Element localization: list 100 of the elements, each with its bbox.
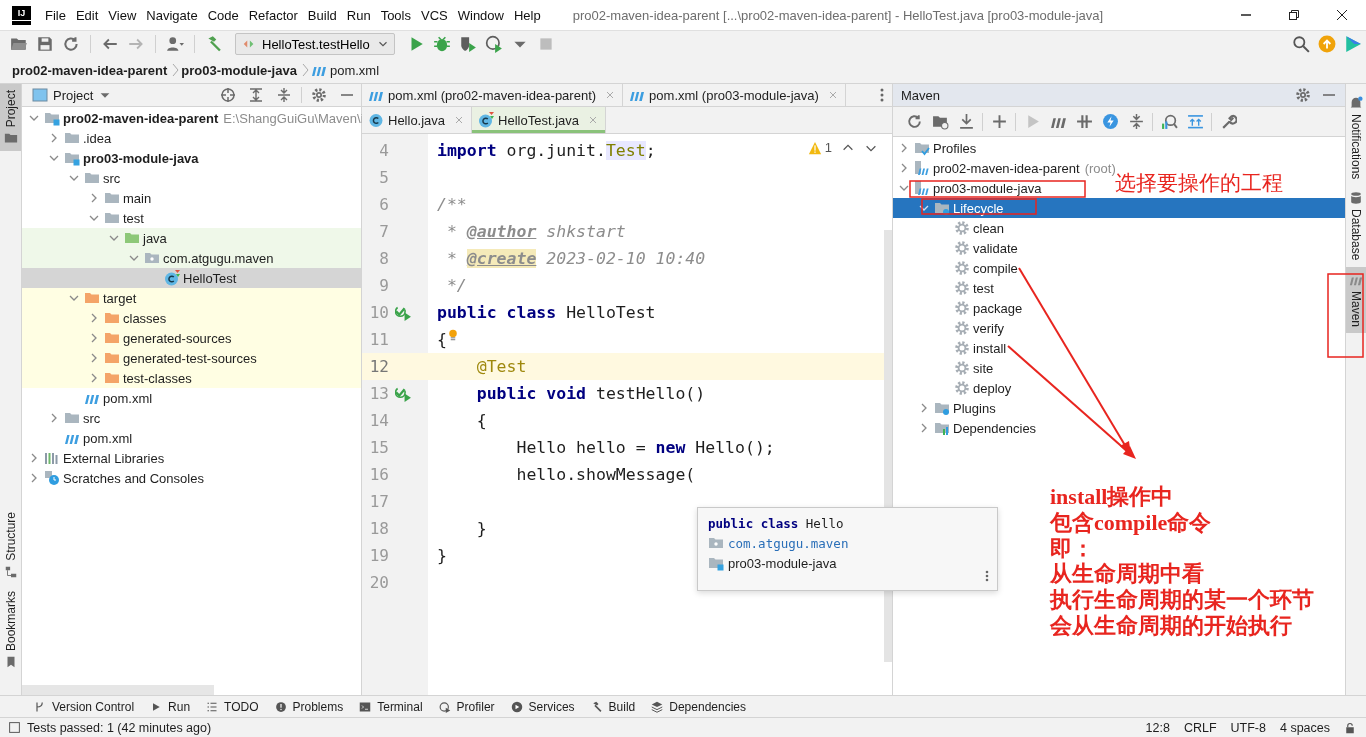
tree-item[interactable]: java [22, 228, 361, 248]
lock-icon[interactable] [1344, 721, 1356, 734]
crosshair-icon[interactable] [220, 87, 236, 103]
save-icon[interactable] [36, 35, 54, 53]
tool-window-button[interactable]: Dependencies [647, 695, 758, 718]
breadcrumb-item[interactable]: pro03-module-java [181, 62, 297, 78]
download-icon[interactable] [957, 113, 975, 130]
tree-item[interactable]: Profiles [893, 138, 981, 158]
tree-item[interactable]: test [893, 278, 998, 298]
tree-item[interactable]: pom.xml [22, 388, 361, 408]
menu-item[interactable]: Refactor [248, 5, 298, 25]
tree-item[interactable]: install [893, 338, 1011, 358]
tool-window-button[interactable]: TODO [202, 695, 271, 718]
menu-item[interactable]: Window [457, 5, 504, 25]
status-message[interactable]: Tests passed: 1 (42 minutes ago) [27, 720, 212, 735]
clock-run-icon[interactable] [485, 35, 503, 53]
menu-item[interactable]: Tools [380, 5, 411, 25]
tool-window-tab[interactable]: Notifications [1346, 90, 1366, 186]
tool-window-tab[interactable]: Bookmarks [0, 584, 21, 675]
tree-item[interactable]: package [893, 298, 1027, 318]
open-folder-icon[interactable] [10, 35, 28, 53]
panel-title-dropdown[interactable]: Project [32, 87, 113, 103]
plus-icon[interactable] [990, 113, 1008, 130]
tree-item[interactable]: Dependencies [893, 418, 1041, 438]
tree-item[interactable]: src [22, 168, 361, 188]
run-test-icon[interactable] [395, 304, 412, 321]
tool-window-tab[interactable]: Structure [0, 506, 21, 585]
analyze-icon[interactable] [1160, 113, 1178, 130]
tree-item[interactable]: HelloTest [22, 268, 361, 288]
status-item[interactable]: UTF-8 [1230, 720, 1266, 735]
tree-item[interactable]: src [22, 408, 361, 428]
panel-toggle-icon[interactable] [8, 721, 21, 734]
tool-window-tab[interactable]: Database [1346, 185, 1366, 267]
tool-window-button[interactable]: Problems [270, 695, 356, 718]
tree-item[interactable]: test [22, 208, 361, 228]
tool-window-button[interactable]: Terminal [355, 695, 435, 718]
tree-item[interactable]: generated-sources [22, 328, 361, 348]
settings-icon[interactable] [1295, 87, 1311, 103]
menu-item[interactable]: Help [513, 5, 541, 25]
editor-tab[interactable]: HelloTest.java [472, 107, 607, 133]
tree-item[interactable]: site [893, 358, 998, 378]
tool-window-button[interactable]: Version Control [30, 695, 147, 718]
breadcrumb-item[interactable]: pom.xml [310, 62, 380, 78]
tool-window-button[interactable]: Run [146, 695, 203, 718]
expand-all-icon[interactable] [248, 87, 264, 103]
tree-item[interactable]: Plugins [893, 398, 1000, 418]
refresh-icon[interactable] [62, 35, 80, 53]
update-icon[interactable] [1318, 35, 1336, 53]
menu-item[interactable]: View [108, 5, 137, 25]
tree-item[interactable]: generated-test-sources [22, 348, 361, 368]
tree-item[interactable]: main [22, 188, 361, 208]
status-item[interactable]: 4 spaces [1279, 720, 1330, 735]
tree-item[interactable]: test-classes [22, 368, 361, 388]
tree-item[interactable]: compile [893, 258, 1022, 278]
menu-item[interactable]: VCS [421, 5, 448, 25]
tool-window-tab[interactable]: Project [0, 84, 21, 152]
editor-tab[interactable]: pom.xml (pro03-module-java) [623, 84, 846, 106]
align-icon[interactable] [1186, 113, 1204, 130]
tree-item[interactable]: classes [22, 308, 361, 328]
shield-run-icon[interactable] [459, 35, 477, 53]
settings-icon[interactable] [311, 87, 327, 103]
collapse-all-icon[interactable] [276, 87, 292, 103]
tree-item[interactable]: Scratches and Consoles [22, 468, 361, 488]
menu-item[interactable]: Code [207, 5, 239, 25]
tree-item[interactable]: target [22, 288, 361, 308]
package-link[interactable]: com.atgugu.maven [728, 535, 849, 551]
collapse-all-icon[interactable] [1127, 113, 1145, 130]
tool-window-button[interactable]: Profiler [434, 695, 507, 718]
more-icon[interactable] [880, 88, 884, 102]
toggle-offline-icon[interactable] [1075, 113, 1093, 130]
lightbulb-icon[interactable] [446, 328, 459, 342]
tree-item[interactable]: verify [893, 318, 1009, 338]
run-configuration-dropdown[interactable]: HelloTest.testHello [235, 33, 395, 55]
tree-item[interactable]: com.atgugu.maven [22, 248, 361, 268]
tree-item[interactable]: External Libraries [22, 448, 361, 468]
tree-item[interactable]: pro03-module-java [22, 148, 361, 168]
warning-count[interactable]: 1 [824, 140, 832, 155]
menu-item[interactable]: Run [346, 5, 371, 25]
menu-item[interactable]: File [45, 5, 66, 25]
tool-window-button[interactable]: Build [586, 695, 648, 718]
scrollbar[interactable] [22, 685, 214, 695]
tree-item[interactable]: validate [893, 238, 1022, 258]
status-item[interactable]: 12:8 [1145, 720, 1170, 735]
folder-refresh-icon[interactable] [931, 113, 949, 130]
lightning-icon[interactable] [1101, 113, 1119, 130]
run-test-icon[interactable] [395, 385, 412, 402]
breadcrumb-item[interactable]: pro02-maven-idea-parent [12, 62, 168, 78]
search-icon[interactable] [1292, 35, 1310, 53]
tree-item[interactable]: .idea [22, 128, 361, 148]
more-icon[interactable] [985, 570, 989, 582]
user-icon[interactable] [166, 35, 184, 53]
tree-item[interactable]: deploy [893, 378, 1016, 398]
bug-icon[interactable] [433, 35, 451, 53]
tree-item[interactable]: pom.xml [22, 428, 361, 448]
tool-window-button[interactable]: Services [506, 695, 587, 718]
editor-tab[interactable]: pom.xml (pro02-maven-idea-parent) [362, 84, 624, 106]
play-logo-icon[interactable] [1344, 35, 1362, 53]
status-item[interactable]: CRLF [1183, 720, 1217, 735]
tree-item[interactable]: clean [893, 218, 1009, 238]
tree-item[interactable]: pro03-module-java [893, 178, 1046, 198]
